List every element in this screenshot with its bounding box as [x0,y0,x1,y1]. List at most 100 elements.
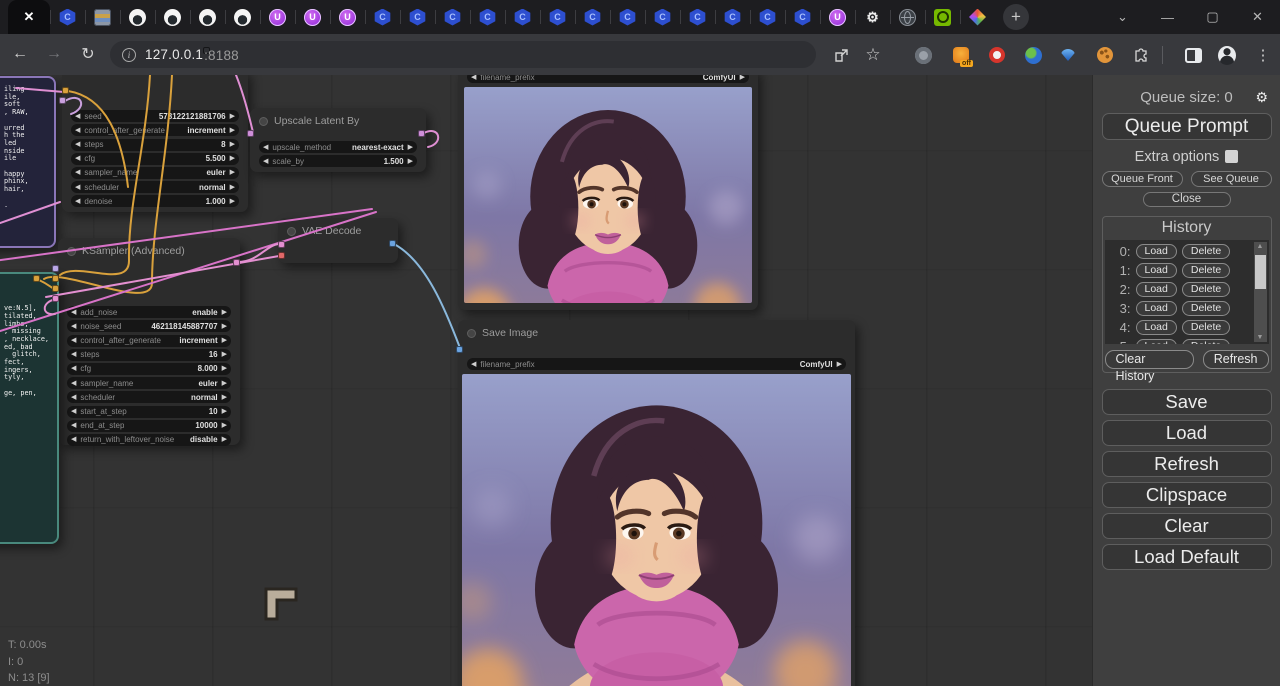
clear-button[interactable]: Clear [1102,513,1272,539]
browser-tab-nvidia-logo[interactable] [925,0,960,34]
bookmark-star-icon[interactable]: ☆ [864,46,882,64]
clear-history-button[interactable]: Clear History [1105,350,1194,369]
browser-tab-u-logo[interactable]: U [330,0,365,34]
decrement-arrow-icon[interactable]: ◀ [75,198,80,205]
node-graph-canvas[interactable]: T: 0.00s I: 0 N: 13 [9] iling ile, soft … [0,75,1092,686]
widget-noise-seed[interactable]: ◀noise_seed462118145887707▶ [67,320,231,332]
decrement-arrow-icon[interactable]: ◀ [71,436,76,443]
increment-arrow-icon[interactable]: ▶ [222,394,227,401]
history-delete-button[interactable]: Delete [1182,339,1230,344]
history-load-button[interactable]: Load [1136,320,1177,335]
scroll-down-icon[interactable]: ▼ [1254,334,1267,341]
node-port[interactable] [456,346,463,353]
extra-options-checkbox[interactable] [1225,150,1238,163]
increment-arrow-icon[interactable]: ▶ [230,155,235,162]
browser-tab-comfy-logo[interactable]: C [750,0,785,34]
increment-arrow-icon[interactable]: ▶ [408,158,413,165]
browser-tab-comfy-logo[interactable]: C [505,0,540,34]
browser-tab-comfy-logo[interactable]: C [540,0,575,34]
increment-arrow-icon[interactable]: ▶ [222,380,227,387]
browser-tab-comfy-logo[interactable]: C [645,0,680,34]
browser-tab-comfy-logo[interactable]: C [680,0,715,34]
decrement-arrow-icon[interactable]: ◀ [75,184,80,191]
history-delete-button[interactable]: Delete [1182,263,1230,278]
node-collapse-dot[interactable] [259,117,268,126]
node-port[interactable] [62,87,69,94]
widget-steps[interactable]: ◀steps16▶ [67,349,231,361]
browser-tab-u-logo[interactable]: U [295,0,330,34]
decrement-arrow-icon[interactable]: ◀ [75,127,80,134]
decrement-arrow-icon[interactable]: ◀ [471,361,476,368]
widget-end-at-step[interactable]: ◀end_at_step10000▶ [67,420,231,432]
decrement-arrow-icon[interactable]: ◀ [71,323,76,330]
browser-tab-comfy-logo[interactable]: C [610,0,645,34]
clipspace-button[interactable]: Clipspace [1102,482,1272,508]
positive-prompt-node[interactable]: iling ile, soft , RAW, urred h the led n… [0,76,56,248]
decrement-arrow-icon[interactable]: ◀ [71,394,76,401]
widget-filename-prefix[interactable]: ◀filename_prefixComfyUI▶ [467,75,749,83]
widget-scheduler[interactable]: ◀schedulernormal▶ [67,391,231,403]
decrement-arrow-icon[interactable]: ◀ [71,380,76,387]
increment-arrow-icon[interactable]: ▶ [222,351,227,358]
node-port[interactable] [418,130,425,137]
minimize-button[interactable]: — [1145,10,1190,25]
decrement-arrow-icon[interactable]: ◀ [71,309,76,316]
browser-tab-github-logo[interactable] [190,0,225,34]
node-collapse-dot[interactable] [287,227,296,236]
history-delete-button[interactable]: Delete [1182,301,1230,316]
increment-arrow-icon[interactable]: ▶ [740,75,745,81]
widget-control-after-generate[interactable]: ◀control_after_generateincrement▶ [71,124,239,136]
new-tab-button[interactable]: + [1003,4,1029,30]
load-default-button[interactable]: Load Default [1102,544,1272,570]
history-load-button[interactable]: Load [1136,301,1177,316]
save-button[interactable]: Save [1102,389,1272,415]
decrement-arrow-icon[interactable]: ◀ [71,351,76,358]
close-button[interactable]: Close [1143,192,1231,207]
widget-sampler-name[interactable]: ◀sampler_nameeuler▶ [67,377,231,389]
browser-tab-gear[interactable]: ⚙ [855,0,890,34]
maximize-button[interactable]: ▢ [1190,9,1235,25]
node-port[interactable] [59,97,66,104]
save-image-node[interactable]: Save Image◀filename_prefixComfyUI▶ [458,320,855,686]
decrement-arrow-icon[interactable]: ◀ [71,365,76,372]
increment-arrow-icon[interactable]: ▶ [408,144,413,151]
extension-flame-icon[interactable]: off [952,46,970,64]
browser-tab-globe[interactable] [890,0,925,34]
browser-tab-comfy-logo[interactable]: C [715,0,750,34]
increment-arrow-icon[interactable]: ▶ [230,169,235,176]
prompt-text[interactable]: ve:N.5], tilated, limbs, , missing , nec… [0,274,57,402]
history-refresh-button[interactable]: Refresh [1203,350,1269,369]
widget-cfg[interactable]: ◀cfg5.500▶ [71,153,239,165]
widget-control-after-generate[interactable]: ◀control_after_generateincrement▶ [67,335,231,347]
node-collapse-dot[interactable] [467,329,476,338]
browser-tab-comfy-logo[interactable]: C [785,0,820,34]
decrement-arrow-icon[interactable]: ◀ [71,422,76,429]
history-load-button[interactable]: Load [1136,263,1177,278]
increment-arrow-icon[interactable]: ▶ [230,127,235,134]
decrement-arrow-icon[interactable]: ◀ [263,144,268,151]
node-collapse-dot[interactable] [67,247,76,256]
browser-tab-comfy-logo[interactable]: C [50,0,85,34]
node-port[interactable] [33,275,40,282]
vae-decode-node[interactable]: VAE Decode [278,218,398,263]
node-port[interactable] [52,275,59,282]
scrollbar-thumb[interactable] [1255,255,1266,289]
side-panel-icon[interactable] [1184,46,1202,64]
forward-button[interactable]: → [42,42,66,66]
widget-upscale-method[interactable]: ◀upscale_methodnearest-exact▶ [259,141,417,153]
node-port[interactable] [278,241,285,248]
queue-front-button[interactable]: Queue Front [1102,171,1183,187]
browser-tab-u-logo[interactable]: U [820,0,855,34]
widget-filename-prefix[interactable]: ◀filename_prefixComfyUI▶ [467,358,846,370]
browser-tab-notebook[interactable] [85,0,120,34]
history-delete-button[interactable]: Delete [1182,282,1230,297]
preview-image-node[interactable]: ◀filename_prefixComfyUI▶ [458,75,758,310]
widget-cfg[interactable]: ◀cfg8.000▶ [67,363,231,375]
widget-steps[interactable]: ◀steps8▶ [71,139,239,151]
decrement-arrow-icon[interactable]: ◀ [75,155,80,162]
site-info-icon[interactable]: i [122,48,136,62]
history-scrollbar[interactable]: ▲ ▼ [1254,242,1267,342]
widget-scale-by[interactable]: ◀scale_by1.500▶ [259,155,417,167]
decrement-arrow-icon[interactable]: ◀ [71,408,76,415]
widget-start-at-step[interactable]: ◀start_at_step10▶ [67,406,231,418]
